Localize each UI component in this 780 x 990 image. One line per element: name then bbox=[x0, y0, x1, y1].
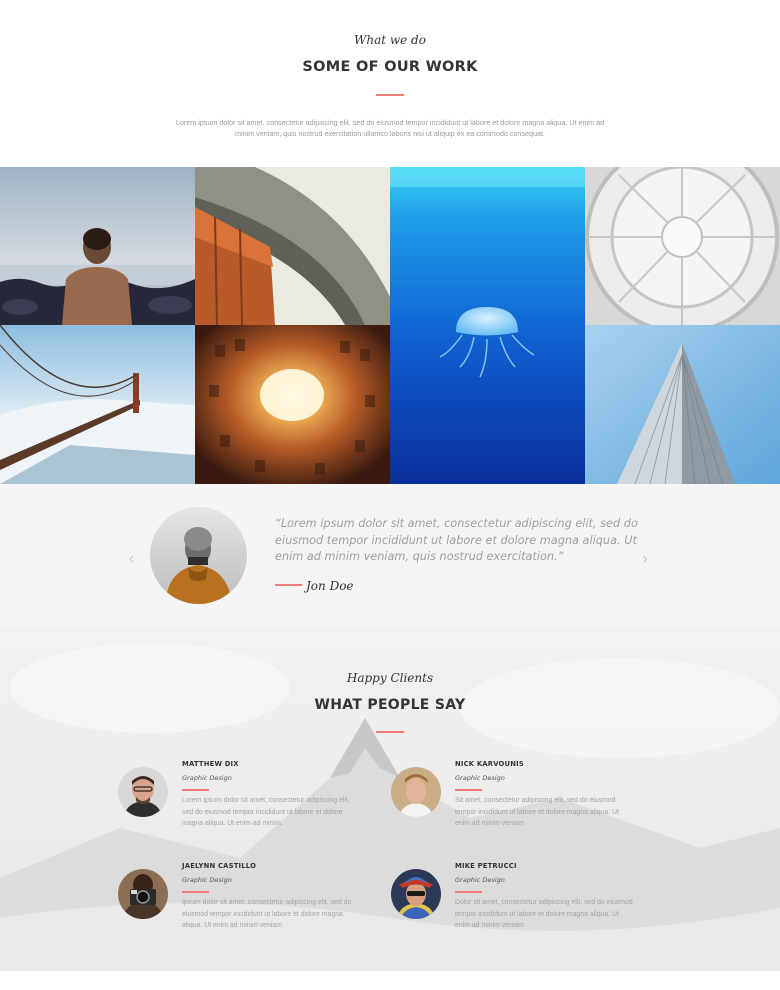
client-avatar bbox=[391, 767, 441, 817]
gallery-item-glass-dome[interactable] bbox=[585, 167, 780, 325]
gallery-item-jellyfish[interactable] bbox=[390, 167, 585, 484]
testimonial-slider: ‹ “Lorem ipsum dolor sit amet, consectet… bbox=[0, 484, 780, 628]
testimonial-author: Jon Doe bbox=[306, 579, 354, 593]
client-role: Graphic Design bbox=[455, 876, 505, 884]
gallery-item-skyscraper[interactable] bbox=[585, 325, 780, 484]
skyscraper-image bbox=[585, 325, 780, 484]
client-text: Dolor sit amet, consectetur adipiscing e… bbox=[455, 899, 633, 929]
client-role: Graphic Design bbox=[455, 774, 505, 782]
client-underline bbox=[455, 789, 482, 791]
clients-subtitle: Happy Clients bbox=[346, 671, 434, 685]
work-title: SOME OF OUR WORK bbox=[302, 59, 478, 75]
client-text: Ipsum dolor sit amet, consectetur adipis… bbox=[182, 899, 352, 929]
client-text: Lorem ipsum dolor sit amet, consectetur … bbox=[182, 797, 350, 827]
previous-arrow-icon[interactable]: ‹ bbox=[128, 551, 138, 567]
gallery-item-man-on-beach[interactable] bbox=[0, 167, 195, 325]
portfolio-gallery bbox=[0, 167, 780, 484]
client-card: JAELYNN CASTILLO Graphic Design Ipsum do… bbox=[118, 862, 378, 952]
courtyard-looking-up-image bbox=[195, 325, 390, 484]
work-title-underline bbox=[376, 94, 404, 96]
clients-title-underline bbox=[376, 731, 404, 733]
client-card: MIKE PETRUCCI Graphic Design Dolor sit a… bbox=[391, 862, 651, 952]
golden-gate-fog-image bbox=[0, 325, 195, 484]
client-name: MATTHEW DIX bbox=[182, 760, 239, 768]
client-underline bbox=[455, 891, 482, 893]
gallery-item-courtyard-looking-up[interactable] bbox=[195, 325, 390, 484]
client-card: NICK KARVOUNIS Graphic Design Sit amet, … bbox=[391, 760, 651, 850]
clients-title: WHAT PEOPLE SAY bbox=[314, 697, 466, 713]
client-text: Sit amet, consectetur adipiscing elit, s… bbox=[455, 797, 619, 827]
client-card: MATTHEW DIX Graphic Design Lorem ipsum d… bbox=[118, 760, 378, 850]
client-role: Graphic Design bbox=[182, 876, 232, 884]
testimonial-avatar bbox=[150, 507, 247, 604]
client-avatar bbox=[118, 767, 168, 817]
client-underline bbox=[182, 891, 209, 893]
work-description: Lorem ipsum dolor sit amet, consectetur … bbox=[175, 118, 605, 138]
testimonial-quote: “Lorem ipsum dolor sit amet, consectetur… bbox=[275, 517, 638, 563]
work-subtitle: What we do bbox=[354, 33, 426, 47]
client-avatar bbox=[118, 869, 168, 919]
gallery-item-golden-gate-fog[interactable] bbox=[0, 325, 195, 484]
next-arrow-icon[interactable]: › bbox=[642, 551, 652, 567]
bridge-underside-image bbox=[195, 167, 390, 325]
testimonial-author-underline bbox=[275, 584, 302, 586]
client-name: JAELYNN CASTILLO bbox=[182, 862, 257, 870]
client-name: NICK KARVOUNIS bbox=[455, 760, 524, 768]
gallery-item-bridge-underside[interactable] bbox=[195, 167, 390, 325]
client-underline bbox=[182, 789, 209, 791]
glass-dome-image bbox=[585, 167, 780, 325]
page-bottom-spacer bbox=[0, 971, 780, 990]
client-name: MIKE PETRUCCI bbox=[455, 862, 517, 870]
client-avatar bbox=[391, 869, 441, 919]
work-section: What we do SOME OF OUR WORK Lorem ipsum … bbox=[0, 0, 780, 167]
clients-section: Happy Clients WHAT PEOPLE SAY MATTHEW DI… bbox=[0, 628, 780, 971]
jellyfish-image bbox=[390, 167, 585, 484]
client-role: Graphic Design bbox=[182, 774, 232, 782]
man-on-beach-image bbox=[0, 167, 195, 325]
